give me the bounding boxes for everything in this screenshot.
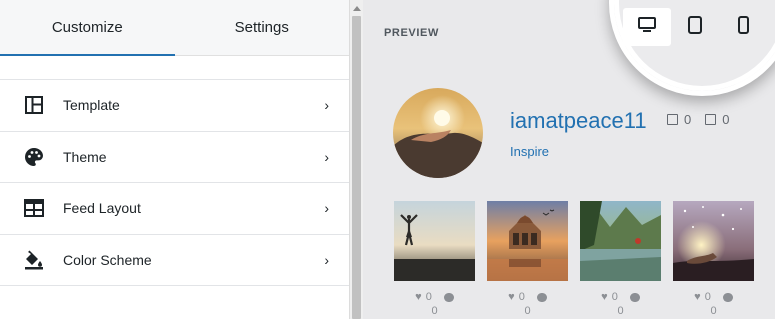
- scroll-thumb[interactable]: [352, 16, 361, 319]
- heart-icon: ♥: [508, 291, 515, 303]
- tab-settings[interactable]: Settings: [175, 0, 350, 55]
- menu-item-label: Color Scheme: [63, 251, 152, 268]
- menu-item-template[interactable]: Template ›: [0, 80, 349, 132]
- desktop-icon: [638, 16, 656, 38]
- post-grid: ♥ 0 0 ♥ 0 0 ♥ 0 0 ♥ 0 0: [394, 201, 754, 317]
- profile-stats: 0 0: [667, 112, 729, 127]
- followers-count: 0: [722, 112, 730, 127]
- menu-item-label: Theme: [63, 148, 107, 165]
- paint-bucket-icon: [24, 250, 44, 270]
- template-icon: [24, 95, 44, 115]
- chevron-right-icon: ›: [324, 148, 329, 165]
- post-thumbnail[interactable]: [487, 201, 568, 281]
- customizer-panel: Customize Settings Template › Theme › Fe…: [0, 0, 349, 319]
- heart-icon: ♥: [415, 291, 422, 303]
- followers-count-icon: [705, 114, 717, 125]
- post-item[interactable]: ♥ 0 0: [394, 201, 475, 317]
- comment-count: 0: [431, 305, 438, 317]
- comment-count: 0: [524, 305, 531, 317]
- posts-count: 0: [684, 112, 692, 127]
- username[interactable]: iamatpeace11: [510, 108, 647, 134]
- chevron-right-icon: ›: [324, 251, 329, 268]
- comment-icon: [629, 292, 640, 302]
- tab-customize-label: Customize: [51, 19, 123, 36]
- post-thumbnail[interactable]: [394, 201, 475, 281]
- post-stats: ♥ 0: [580, 291, 661, 303]
- post-stats: ♥ 0: [673, 291, 754, 303]
- post-stats: ♥ 0: [394, 291, 475, 303]
- post-thumbnail[interactable]: [580, 201, 661, 281]
- comment-icon: [443, 292, 454, 302]
- mobile-icon: [737, 15, 749, 39]
- menu-item-color-scheme[interactable]: Color Scheme ›: [0, 235, 349, 286]
- device-switcher: [623, 8, 767, 46]
- like-count: 0: [704, 291, 711, 303]
- comment-icon: [722, 292, 733, 302]
- tablet-icon: [688, 15, 702, 39]
- comment-icon: [536, 292, 547, 302]
- feed-layout-icon: [24, 198, 44, 218]
- posts-count-icon: [667, 114, 678, 125]
- customize-menu: Template › Theme › Feed Layout › Color S…: [0, 79, 349, 286]
- scroll-up-arrow-icon[interactable]: [353, 6, 361, 11]
- mobile-view-button[interactable]: [719, 8, 767, 46]
- desktop-view-button[interactable]: [623, 8, 671, 46]
- panel-scrollbar[interactable]: [349, 0, 363, 319]
- avatar[interactable]: [393, 88, 483, 178]
- heart-icon: ♥: [601, 291, 608, 303]
- like-count: 0: [425, 291, 432, 303]
- customizer-tabs: Customize Settings: [0, 0, 349, 56]
- menu-item-label: Template: [63, 97, 120, 114]
- chevron-right-icon: ›: [324, 97, 329, 114]
- post-item[interactable]: ♥ 0 0: [487, 201, 568, 317]
- heart-icon: ♥: [694, 291, 701, 303]
- preview-label: PREVIEW: [384, 27, 439, 39]
- menu-item-label: Feed Layout: [63, 200, 141, 217]
- comment-count: 0: [710, 305, 717, 317]
- menu-item-theme[interactable]: Theme ›: [0, 132, 349, 183]
- post-item[interactable]: ♥ 0 0: [580, 201, 661, 317]
- post-stats: ♥ 0: [487, 291, 568, 303]
- like-count: 0: [611, 291, 618, 303]
- post-item[interactable]: ♥ 0 0: [673, 201, 754, 317]
- tab-customize[interactable]: Customize: [0, 0, 175, 56]
- tablet-view-button[interactable]: [671, 8, 719, 46]
- chevron-right-icon: ›: [324, 200, 329, 217]
- post-thumbnail[interactable]: [673, 201, 754, 281]
- menu-item-feed-layout[interactable]: Feed Layout ›: [0, 183, 349, 235]
- tab-settings-label: Settings: [234, 19, 289, 36]
- palette-icon: [24, 147, 44, 167]
- comment-count: 0: [617, 305, 624, 317]
- bio: Inspire: [510, 144, 550, 159]
- like-count: 0: [518, 291, 525, 303]
